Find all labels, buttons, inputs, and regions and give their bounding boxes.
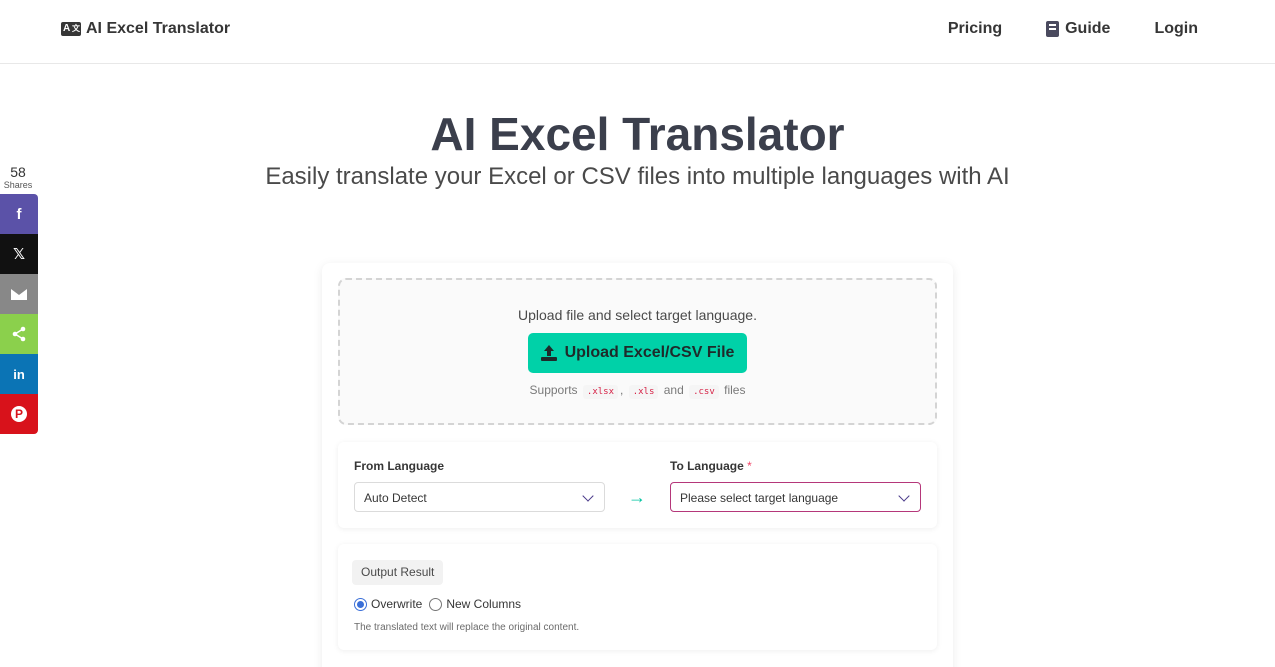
arrow-right-icon: → — [628, 487, 646, 507]
share-sidebar: 58 Shares f 𝕏 in P — [0, 164, 38, 434]
new-columns-label[interactable]: New Columns — [446, 597, 521, 611]
linkedin-icon: in — [13, 366, 25, 382]
navbar: AI Excel Translator Pricing Guide Login — [0, 0, 1275, 64]
supports-suffix: files — [724, 383, 746, 397]
output-mode-group: Overwrite New Columns — [354, 597, 528, 611]
page-subtitle: Easily translate your Excel or CSV files… — [265, 163, 1010, 190]
output-panel: Output Result Overwrite New Columns The … — [338, 544, 937, 650]
pinterest-icon: P — [11, 406, 27, 422]
new-columns-radio[interactable] — [429, 597, 443, 611]
ext-comma: , — [620, 383, 624, 397]
supports-prefix: Supports — [529, 383, 578, 397]
to-language-label: To Language * — [670, 459, 752, 473]
output-result-tag: Output Result — [352, 560, 444, 585]
upload-icon — [540, 345, 557, 361]
book-icon — [1046, 21, 1060, 37]
from-language-label: From Language — [354, 459, 444, 473]
email-icon — [11, 288, 27, 300]
to-language-select[interactable]: Please select target language — [670, 482, 921, 512]
chevron-down-icon — [898, 490, 910, 502]
login-link[interactable]: Login — [1154, 20, 1198, 38]
upload-dropzone[interactable]: Upload file and select target language. … — [338, 278, 937, 425]
share-icon — [12, 326, 26, 342]
facebook-share-button[interactable]: f — [0, 194, 38, 234]
x-icon: 𝕏 — [12, 246, 26, 263]
ext-csv: .csv — [689, 385, 719, 399]
language-panel: From Language Auto Detect → To Language … — [338, 442, 937, 528]
translate-icon — [61, 22, 81, 36]
from-language-select[interactable]: Auto Detect — [354, 482, 605, 512]
upload-instruction: Upload file and select target language. — [518, 307, 757, 323]
required-mark: * — [747, 459, 752, 473]
pinterest-share-button[interactable]: P — [0, 394, 38, 434]
output-hint: The translated text will replace the ori… — [354, 622, 580, 633]
from-language-value: Auto Detect — [364, 491, 427, 505]
guide-label: Guide — [1065, 20, 1111, 37]
upload-button-label: Upload Excel/CSV File — [564, 344, 735, 361]
nav-links: Pricing Guide Login — [904, 20, 1198, 38]
translator-card: Upload file and select target language. … — [322, 263, 953, 667]
pricing-link[interactable]: Pricing — [948, 20, 1002, 38]
brand-link[interactable]: AI Excel Translator — [61, 20, 230, 38]
email-share-button[interactable] — [0, 274, 38, 314]
facebook-icon: f — [16, 205, 22, 223]
supports-and: and — [663, 383, 684, 397]
ext-xls: .xls — [628, 385, 659, 399]
to-language-value: Please select target language — [680, 491, 839, 505]
guide-link[interactable]: Guide — [1046, 20, 1110, 38]
x-share-button[interactable]: 𝕏 — [0, 234, 38, 274]
linkedin-share-button[interactable]: in — [0, 354, 38, 394]
overwrite-label[interactable]: Overwrite — [371, 597, 422, 611]
page-title: AI Excel Translator — [430, 108, 845, 160]
from-language-label-text: From Language — [354, 459, 445, 473]
to-language-label-text: To Language — [670, 459, 744, 473]
upload-button[interactable]: Upload Excel/CSV File — [528, 333, 747, 373]
generic-share-button[interactable] — [0, 314, 38, 354]
chevron-down-icon — [582, 490, 594, 502]
overwrite-radio[interactable] — [354, 597, 367, 611]
supported-formats: Supports .xlsx, .xls and .csv files — [340, 383, 935, 399]
ext-xlsx: .xlsx — [582, 385, 618, 399]
brand-name: AI Excel Translator — [86, 20, 231, 37]
